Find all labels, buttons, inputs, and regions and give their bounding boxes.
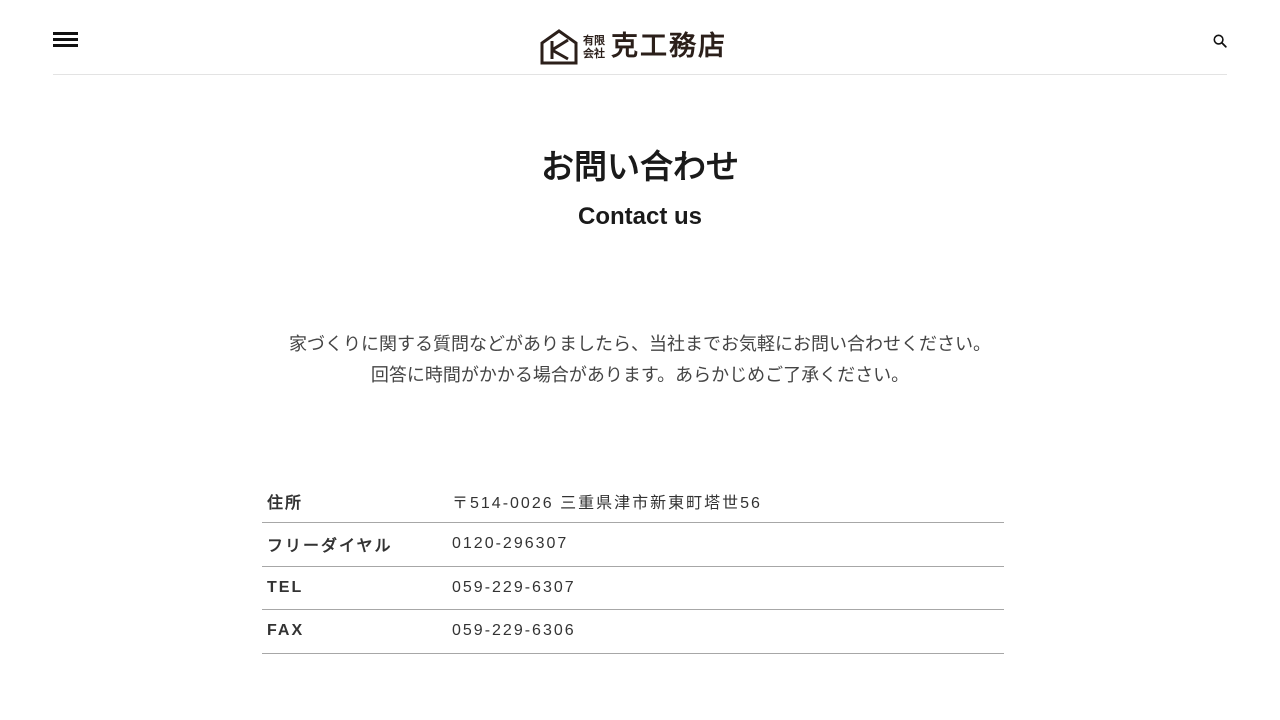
site-header: 有限 会社 克工務店 — [53, 0, 1227, 75]
freedial-label: フリーダイヤル — [267, 538, 393, 556]
page-subtitle: Contact us — [577, 203, 702, 230]
search-button[interactable] — [1213, 33, 1227, 48]
table-row-address: 住所 〒514-0026 三重県津市新東町塔世56 — [262, 479, 1004, 523]
fax-label: FAX — [267, 622, 305, 640]
intro-text: 家づくりに関する質問などがありましたら、当社までお気軽にお問い合わせください。 … — [0, 329, 1280, 391]
freedial-value: 0120-296307 — [452, 535, 569, 553]
menu-bar — [53, 38, 78, 41]
logo-company-name: 克工務店 — [611, 31, 727, 62]
fax-value: 059-229-6306 — [452, 622, 576, 640]
address-value: 〒514-0026 三重県津市新東町塔世56 — [452, 494, 762, 512]
contact-info-table: 住所 〒514-0026 三重県津市新東町塔世56 フリーダイヤル 0120-2… — [262, 479, 1004, 654]
table-row-freedial: フリーダイヤル 0120-296307 — [262, 523, 1004, 566]
logo-house-icon — [540, 29, 578, 65]
intro-line: 家づくりに関する質問などがありましたら、当社までお気軽にお問い合わせください。 — [289, 334, 991, 355]
hamburger-menu-button[interactable] — [53, 32, 78, 50]
menu-bar — [53, 32, 78, 35]
site-logo[interactable]: 有限 会社 克工務店 — [540, 28, 740, 66]
menu-bar — [53, 44, 78, 47]
logo-small-line1: 有限 — [583, 34, 605, 47]
page-title: お問い合わせ — [541, 147, 739, 186]
address-label: 住所 — [267, 494, 304, 512]
search-icon — [1213, 34, 1227, 48]
table-row-tel: TEL 059-229-6307 — [262, 566, 1004, 610]
logo-small-line2: 会社 — [583, 47, 605, 60]
logo-company-type: 有限 会社 — [583, 34, 605, 60]
intro-line: 回答に時間がかかる場合があります。あらかじめご了承ください。 — [370, 365, 910, 386]
table-row-fax: FAX 059-229-6306 — [262, 610, 1004, 653]
tel-value: 059-229-6307 — [452, 578, 576, 596]
tel-label: TEL — [267, 578, 304, 596]
